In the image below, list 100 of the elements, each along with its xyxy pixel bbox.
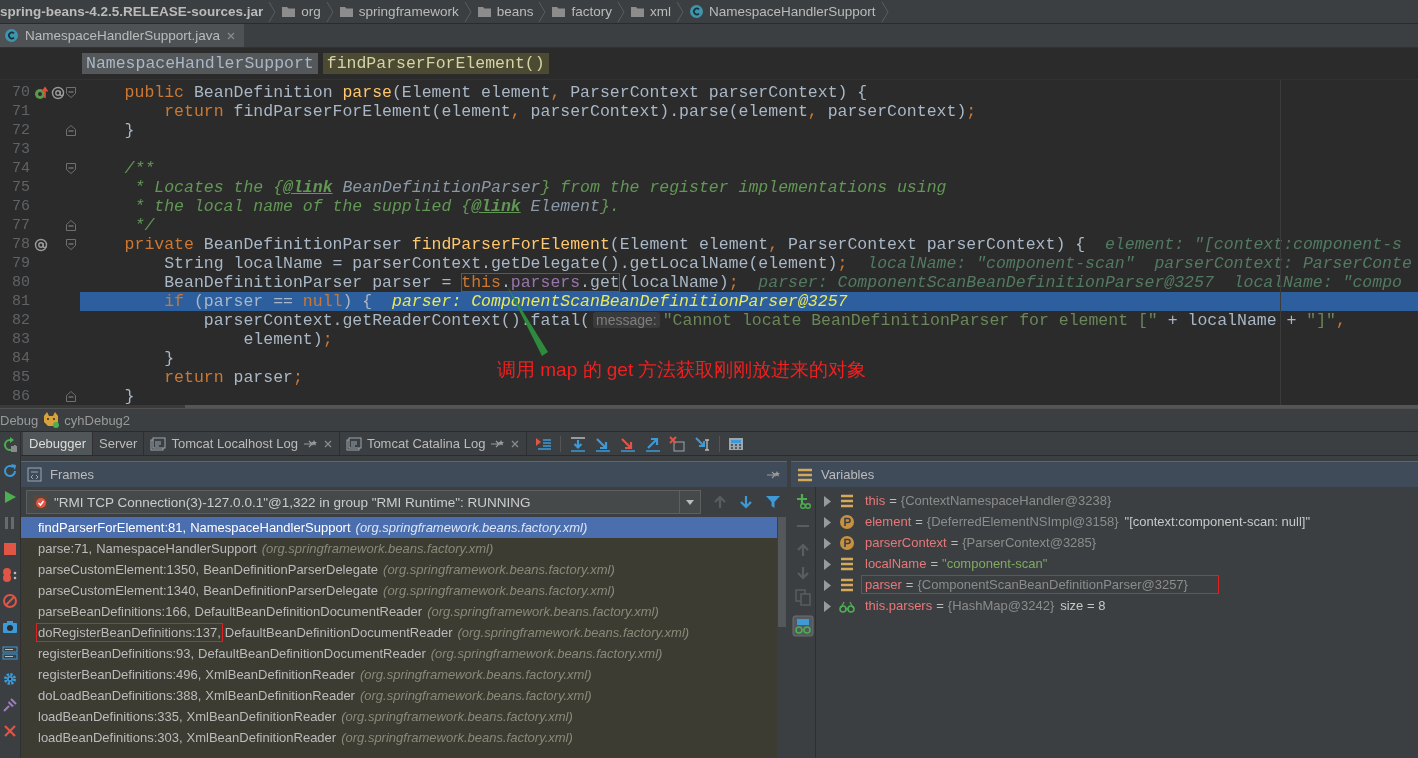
line-number: 82: [11, 311, 30, 330]
chevron-icon: [675, 0, 684, 23]
code-line: }: [123, 387, 135, 406]
frame-item[interactable]: loadBeanDefinitions:303, XmlBeanDefinitionReader (org.springframework.beans.factory.xml): [21, 727, 777, 748]
panel-title: Frames: [50, 467, 95, 482]
frame-item[interactable]: findParserForElement:81, NamespaceHandlerSupport (org.springframework.beans.factory.xml): [21, 517, 777, 538]
debug-tab[interactable]: Server: [93, 432, 145, 455]
fold-icon[interactable]: [65, 162, 77, 175]
folder-icon: [476, 4, 492, 19]
expand-arrow-icon[interactable]: [822, 494, 832, 507]
close-icon[interactable]: [510, 438, 521, 449]
close-icon[interactable]: [226, 30, 237, 41]
list-icon: [797, 466, 813, 483]
force-step-into-icon[interactable]: [619, 435, 637, 452]
frame-item[interactable]: parseCustomElement:1350, BeanDefinitionParserDelegate (org.springframework.beans.factory.xml): [21, 559, 777, 580]
breadcrumb-item[interactable]: NamespaceHandlerSupport: [683, 4, 881, 19]
layout-icon[interactable]: [2, 645, 18, 661]
code-line: BeanDefinitionParser parser = this.parsers.get(localName); parser: ComponentScanBeanDefinitionParser@3257 localName: "compo: [163, 273, 1402, 292]
step-out-icon[interactable]: [644, 435, 662, 452]
code-line: return parser;: [163, 368, 303, 387]
file-tab[interactable]: NamespaceHandlerSupport.java: [0, 24, 245, 47]
scrollbar-thumb[interactable]: [778, 517, 786, 627]
code-line: * the local name of the supplied {@link Element}.: [133, 197, 620, 216]
variable-entry[interactable]: parser = {ComponentScanBeanDefinitionParser@3257}: [862, 576, 1218, 593]
filter-icon[interactable]: [765, 494, 781, 510]
thread-dropdown[interactable]: "RMI TCP Connection(3)-127.0.0.1"@1,322 in group "RMI Runtime": RUNNING: [26, 490, 701, 514]
expand-arrow-icon[interactable]: [822, 515, 832, 528]
folder-icon: [338, 4, 354, 19]
mute-breakpoints-icon[interactable]: [2, 593, 18, 609]
variable-entry[interactable]: parserContext = {ParserContext@3285}: [862, 534, 1100, 551]
breakpoints-icon[interactable]: [2, 567, 18, 583]
frame-item[interactable]: parseBeanDefinitions:166, DefaultBeanDefinitionDocumentReader (org.springframework.beans.factory.xml): [21, 601, 777, 622]
variable-entry[interactable]: this = {ContextNamespaceHandler@3238}: [862, 492, 1115, 509]
parameter-icon: [839, 534, 855, 551]
rerun-icon[interactable]: [2, 437, 18, 453]
camera-icon[interactable]: [2, 619, 18, 635]
code-line: return findParserForElement(element, parserContext).parse(element, parserContext);: [163, 102, 977, 121]
code-line: String localName = parserContext.getDelegate().getLocalName(element); localName: "component-scan" parserContext: ParserConte: [163, 254, 1412, 273]
fold-icon[interactable]: [65, 86, 77, 99]
chevron-icon: [616, 0, 625, 23]
code-line: public BeanDefinition parse(Element element, ParserContext parserContext) {: [123, 83, 868, 102]
code-line: * Locates the {@link BeanDefinitionParser} from the register implementations using: [133, 178, 947, 197]
expand-arrow-icon[interactable]: [822, 536, 832, 549]
execution-point-icon[interactable]: [535, 435, 553, 452]
breadcrumb-item[interactable]: beans: [471, 4, 539, 19]
frame-item[interactable]: doRegisterBeanDefinitions:137, DefaultBeanDefinitionDocumentReader (org.springframework.beans.factory.xml): [21, 622, 777, 643]
frame-item[interactable]: loadBeanDefinitions:335, XmlBeanDefinitionReader (org.springframework.beans.factory.xml): [21, 706, 777, 727]
refresh-icon[interactable]: [2, 463, 18, 479]
variable-entry[interactable]: element = {DeferredElementNSImpl@3158} "[context:component-scan: null]": [862, 513, 1314, 530]
variable-entry[interactable]: this.parsers = {HashMap@3242} size = 8: [862, 597, 1109, 614]
chevron-icon: [880, 0, 889, 23]
new-watch-icon[interactable]: [795, 493, 811, 509]
expand-arrow-icon[interactable]: [822, 578, 832, 591]
stop-icon[interactable]: [2, 541, 18, 557]
evaluate-icon[interactable]: [728, 435, 745, 452]
close-icon[interactable]: [322, 438, 333, 449]
expand-arrow-icon[interactable]: [822, 557, 832, 570]
at-sign-icon[interactable]: [34, 237, 48, 252]
step-over-icon[interactable]: [569, 435, 587, 452]
field-icon: [839, 555, 855, 572]
frame-item[interactable]: doLoadBeanDefinitions:388, XmlBeanDefinitionReader (org.springframework.beans.factory.xml): [21, 685, 777, 706]
class-icon: [4, 28, 19, 43]
breadcrumb-item[interactable]: org: [276, 4, 326, 19]
debug-tab[interactable]: Tomcat Catalina Log: [339, 432, 528, 455]
at-sign-icon[interactable]: [51, 85, 65, 100]
override-icon[interactable]: [34, 85, 49, 100]
breadcrumb-item[interactable]: springframework: [333, 4, 464, 19]
drop-frame-icon[interactable]: [669, 435, 687, 452]
frame-item[interactable]: registerBeanDefinitions:93, DefaultBeanDefinitionDocumentReader (org.springframework.beans.factory.xml): [21, 643, 777, 664]
structure-crumb[interactable]: NamespaceHandlerSupport: [82, 53, 318, 74]
variable-entry[interactable]: localName = "component-scan": [862, 555, 1051, 572]
line-number: 80: [11, 273, 30, 292]
code-line: private BeanDefinitionParser findParserForElement(Element element, ParserContext parserContext) { element: "[context:component-s: [123, 235, 1402, 254]
line-number: 72: [11, 121, 30, 140]
debug-tab[interactable]: Debugger: [23, 432, 94, 455]
fold-icon[interactable]: [65, 219, 77, 232]
structure-crumb[interactable]: findParserForElement(): [322, 53, 549, 74]
resume-icon[interactable]: [2, 489, 18, 505]
fold-icon[interactable]: [65, 238, 77, 251]
expand-arrow-icon[interactable]: [822, 599, 832, 612]
frame-item[interactable]: parse:71, NamespaceHandlerSupport (org.springframework.beans.factory.xml): [21, 538, 777, 559]
step-into-icon[interactable]: [594, 435, 612, 452]
run-to-cursor-icon[interactable]: [694, 435, 712, 452]
watches-toggle-icon[interactable]: [792, 615, 814, 637]
pin-icon[interactable]: [2, 697, 18, 713]
fold-icon[interactable]: [65, 124, 77, 137]
field-icon: [839, 492, 855, 509]
chevron-icon: [268, 0, 277, 23]
debug-tab[interactable]: Tomcat Localhost Log: [144, 432, 340, 455]
annotation-text: 调用 map 的 get 方法获取刚刚放进来的对象: [497, 358, 867, 382]
settings-icon[interactable]: [2, 671, 18, 687]
breadcrumb-item[interactable]: spring-beans-4.2.5.RELEASE-sources.jar: [0, 4, 269, 19]
breadcrumb-item[interactable]: xml: [624, 4, 676, 19]
breadcrumb-item[interactable]: factory: [546, 4, 617, 19]
run-config-name: cyhDebug2: [64, 412, 131, 428]
frame-item[interactable]: registerBeanDefinitions:496, XmlBeanDefinitionReader (org.springframework.beans.factory.xml): [21, 664, 777, 685]
close-icon[interactable]: [2, 723, 18, 739]
frame-item[interactable]: parseCustomElement:1340, BeanDefinitionParserDelegate (org.springframework.beans.factory.xml): [21, 580, 777, 601]
fold-icon[interactable]: [65, 390, 77, 403]
arrow-down-icon[interactable]: [739, 495, 753, 509]
